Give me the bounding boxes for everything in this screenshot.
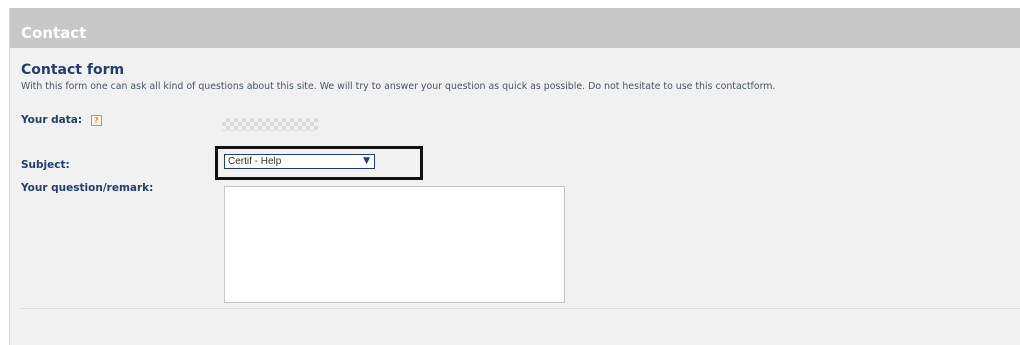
help-icon[interactable]: ?	[90, 115, 102, 126]
contact-panel: Contact Contact form With this form one …	[9, 8, 1020, 345]
form-title: Contact form	[21, 62, 125, 78]
subject-highlight-box: Certif - Help ▼	[215, 146, 423, 180]
subject-label: Subject:	[21, 159, 70, 171]
chevron-down-icon: ▼	[363, 156, 370, 166]
subject-select[interactable]: Certif - Help ▼	[224, 154, 375, 169]
form-intro: With this form one can ask all kind of q…	[21, 81, 776, 92]
redacted-user-data	[222, 118, 318, 131]
section-divider	[20, 308, 1020, 309]
page-title: Contact	[21, 24, 87, 42]
question-label: Your question/remark:	[21, 182, 154, 194]
page-header: Contact	[10, 8, 1020, 48]
your-data-label: Your data:	[21, 114, 83, 126]
question-textarea[interactable]	[224, 186, 565, 303]
your-data-label-row: Your data: ?	[21, 114, 102, 126]
subject-selected-value: Certif - Help	[228, 156, 282, 167]
